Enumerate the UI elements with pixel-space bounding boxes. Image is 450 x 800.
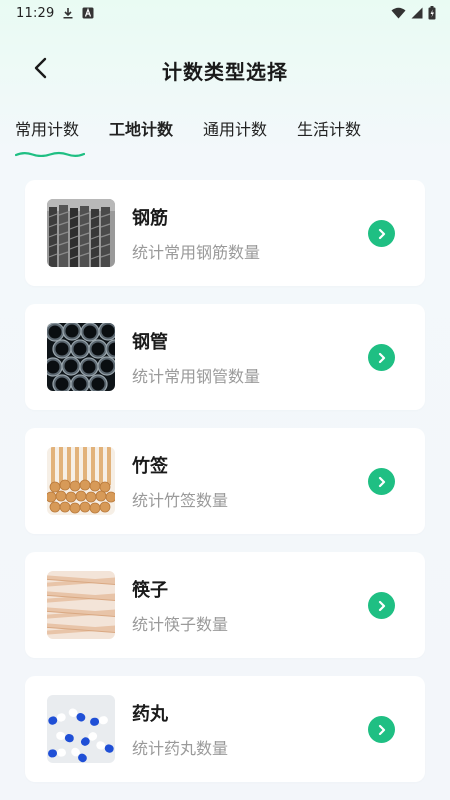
chopsticks-image: [47, 571, 115, 639]
tab-construction-count[interactable]: 工地计数: [109, 116, 173, 144]
tab-label: 通用计数: [203, 120, 268, 139]
list-item-pill[interactable]: 药丸 统计药丸数量: [25, 676, 425, 782]
chevron-right-icon[interactable]: [368, 716, 395, 743]
chevron-right-icon[interactable]: [368, 468, 395, 495]
tab-label: 工地计数: [109, 120, 174, 139]
battery-icon: [428, 6, 436, 20]
card-title: 竹签: [132, 455, 168, 477]
card-text: 钢筋 统计常用钢筋数量: [132, 204, 260, 263]
download-icon: [62, 7, 74, 19]
chevron-right-icon[interactable]: [368, 592, 395, 619]
tab-bar: 常用计数 工地计数 通用计数 生活计数: [0, 112, 450, 158]
list-item-chopsticks[interactable]: 筷子 统计筷子数量: [25, 552, 425, 658]
card-title: 钢筋: [132, 207, 168, 229]
back-arrow-icon: [33, 57, 47, 83]
chevron-right-icon[interactable]: [368, 220, 395, 247]
header: 计数类型选择: [0, 44, 450, 96]
bamboo-skewer-image: [47, 447, 115, 515]
list-item-bamboo-skewer[interactable]: 竹签 统计竹签数量: [25, 428, 425, 534]
list-item-steel-pipe[interactable]: 钢管 统计常用钢管数量: [25, 304, 425, 410]
tab-general-count[interactable]: 通用计数: [203, 116, 267, 144]
pill-image: [47, 695, 115, 763]
wifi-icon: [391, 7, 406, 19]
card-description: 统计筷子数量: [132, 614, 229, 634]
card-title: 筷子: [132, 579, 168, 601]
card-title: 钢管: [132, 331, 168, 353]
chevron-right-icon[interactable]: [368, 344, 395, 371]
card-description: 统计药丸数量: [132, 738, 229, 758]
tab-active-underline: [14, 142, 86, 158]
rebar-image: [47, 199, 115, 267]
status-bar: 11:29: [0, 0, 450, 26]
tab-label: 常用计数: [15, 120, 80, 139]
card-text: 药丸 统计药丸数量: [132, 700, 228, 759]
tab-label: 生活计数: [297, 120, 362, 139]
page-title: 计数类型选择: [162, 59, 288, 84]
card-description: 统计常用钢管数量: [132, 366, 261, 386]
back-button[interactable]: [26, 56, 54, 84]
card-description: 统计竹签数量: [132, 490, 229, 510]
count-type-list: 钢筋 统计常用钢筋数量 钢管 统计常用钢管数量 竹签 统计竹签数量 筷子 统计筷…: [25, 180, 425, 782]
card-description: 统计常用钢筋数量: [132, 242, 261, 262]
list-item-rebar[interactable]: 钢筋 统计常用钢筋数量: [25, 180, 425, 286]
status-left: 11:29: [16, 6, 94, 21]
card-title: 药丸: [132, 703, 168, 725]
status-right: [391, 6, 436, 20]
tab-common-count[interactable]: 常用计数: [14, 116, 86, 158]
steel-pipe-image: [47, 323, 115, 391]
status-time: 11:29: [16, 5, 55, 21]
card-text: 钢管 统计常用钢管数量: [132, 328, 260, 387]
tab-life-count[interactable]: 生活计数: [297, 116, 361, 144]
signal-icon: [411, 7, 423, 19]
card-text: 竹签 统计竹签数量: [132, 452, 228, 511]
font-icon: [82, 7, 94, 19]
card-text: 筷子 统计筷子数量: [132, 576, 228, 635]
